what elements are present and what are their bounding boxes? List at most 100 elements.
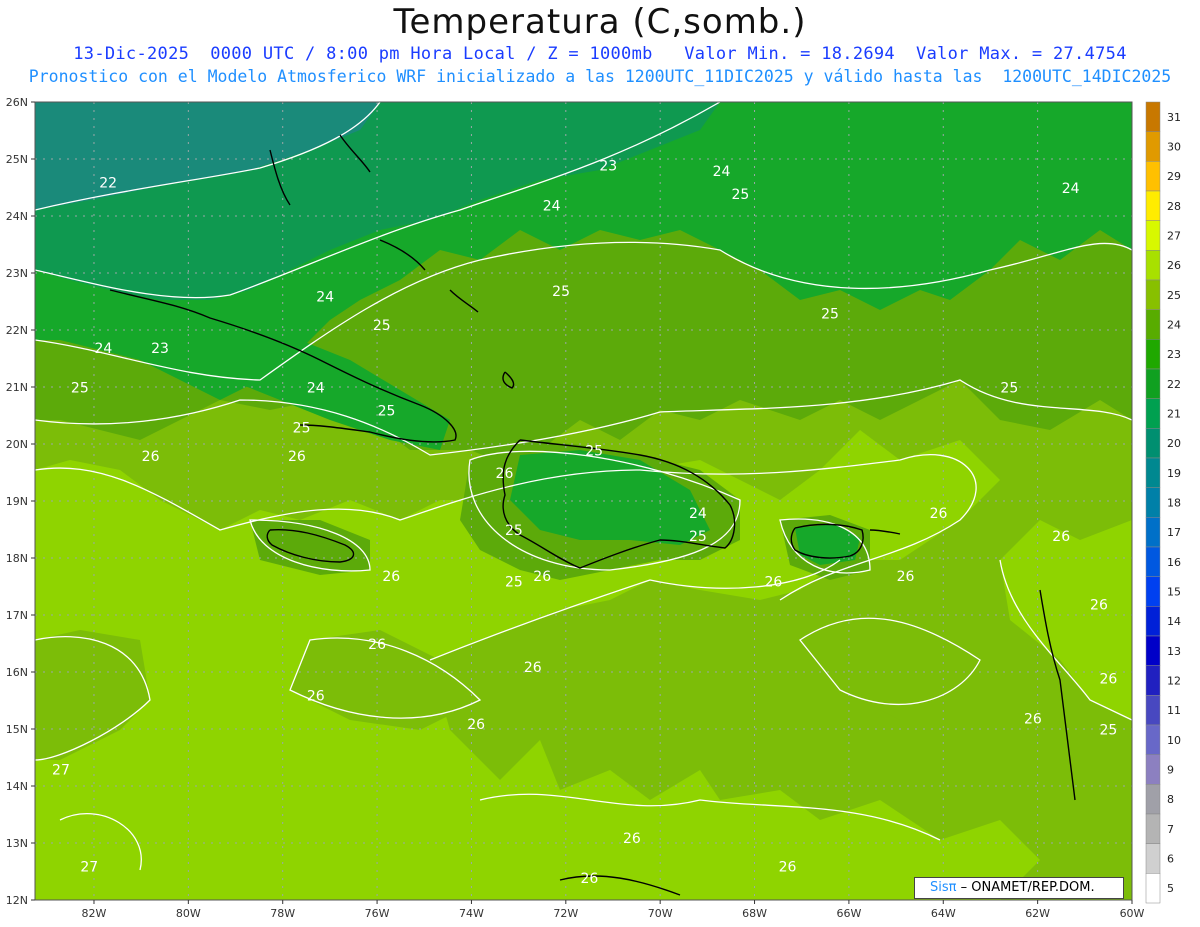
lat-tick-label: 15N: [6, 723, 28, 736]
contour-label: 25: [689, 529, 707, 545]
lon-tick-label: 74W: [459, 907, 484, 920]
lon-tick-label: 66W: [836, 907, 861, 920]
lon-tick-label: 70W: [648, 907, 673, 920]
lat-tick-label: 20N: [6, 438, 28, 451]
contour-label: 25: [293, 421, 311, 437]
credit-brand: Sisπ: [930, 880, 957, 895]
colorbar-swatch: [1145, 309, 1161, 340]
contour-label: 26: [142, 449, 160, 465]
contour-label: 23: [599, 158, 617, 174]
contour-label: 26: [580, 871, 598, 887]
contour-label: 24: [689, 506, 707, 522]
colorbar-label: 5: [1167, 882, 1174, 895]
contour-label: 23: [151, 341, 169, 357]
colorbar-label: 26: [1167, 259, 1181, 272]
contour-label: 26: [1099, 671, 1117, 687]
lat-tick-label: 13N: [6, 837, 28, 850]
colorbar-label: 11: [1167, 704, 1181, 717]
colorbar-label: 30: [1167, 141, 1181, 154]
contour-label: 26: [288, 449, 306, 465]
lat-tick-label: 26N: [6, 96, 28, 109]
colorbar-swatch: [1145, 279, 1161, 310]
colorbar-label: 6: [1167, 853, 1174, 866]
colorbar-swatch: [1145, 428, 1161, 459]
lon-tick-label: 80W: [176, 907, 201, 920]
lat-axis: 26N 25N 24N 23N 22N 21N 20N 19N 18N 17N 16N 15N 14N 1…: [6, 96, 35, 907]
contour-label: 25: [1000, 381, 1018, 397]
contour-label: 25: [71, 381, 89, 397]
contour-label: 26: [496, 466, 514, 482]
lon-tick-label: 60W: [1120, 907, 1145, 920]
lon-axis: 82W 80W 78W 76W 74W 72W 70W 68W 66W 64W 62W 60W: [82, 900, 1145, 920]
colorbar-swatch: [1145, 368, 1161, 399]
contour-label: 26: [1090, 597, 1108, 613]
lon-tick-label: 62W: [1025, 907, 1050, 920]
contour-label: 25: [1099, 723, 1117, 739]
contour-label: 26: [1052, 529, 1070, 545]
contour-label: 26: [524, 660, 542, 676]
colorbar-label: 16: [1167, 556, 1181, 569]
colorbar-swatch: [1145, 457, 1161, 488]
colorbar-swatch: [1145, 665, 1161, 696]
contour-label: 25: [505, 575, 523, 591]
colorbar-label: 9: [1167, 764, 1174, 777]
lon-tick-label: 72W: [553, 907, 578, 920]
colorbar-label: 23: [1167, 348, 1181, 361]
contour-label: 24: [316, 290, 334, 306]
colorbar-label: 17: [1167, 526, 1181, 539]
colorbar-swatch: [1145, 873, 1161, 904]
colorbar-swatch: [1145, 190, 1161, 221]
colorbar: 31 30 29 28 27 26 25 24 23 22 21 20 19 18 17 16 15 14 13 12…: [1145, 101, 1181, 904]
contour-label: 26: [779, 860, 797, 876]
lat-tick-label: 22N: [6, 324, 28, 337]
contour-label: 24: [95, 341, 113, 357]
contour-label: 25: [378, 404, 396, 420]
contour-label: 24: [543, 198, 561, 214]
lat-tick-label: 14N: [6, 780, 28, 793]
contour-label: 27: [80, 860, 98, 876]
contour-label: 26: [1024, 711, 1042, 727]
lon-tick-label: 64W: [931, 907, 956, 920]
colorbar-label: 27: [1167, 230, 1181, 243]
contour-label: 26: [533, 569, 551, 585]
colorbar-swatch: [1145, 576, 1161, 607]
contour-label: 26: [764, 575, 782, 591]
contour-label: 26: [382, 569, 400, 585]
colorbar-swatch: [1145, 517, 1161, 548]
colorbar-label: 25: [1167, 289, 1181, 302]
lat-tick-label: 12N: [6, 894, 28, 907]
contour-label: 26: [930, 506, 948, 522]
lon-tick-label: 78W: [270, 907, 295, 920]
colorbar-swatch: [1145, 724, 1161, 755]
colorbar-swatch: [1145, 606, 1161, 637]
lon-tick-label: 76W: [365, 907, 390, 920]
colorbar-label: 15: [1167, 586, 1181, 599]
credit-text: – ONAMET/REP.DOM.: [960, 880, 1095, 895]
contour-label: 24: [713, 164, 731, 180]
colorbar-label: 28: [1167, 200, 1181, 213]
contour-label: 25: [505, 523, 523, 539]
colorbar-swatch: [1145, 220, 1161, 251]
colorbar-swatch: [1145, 101, 1161, 132]
lon-tick-label: 82W: [82, 907, 107, 920]
temperature-map: 23 22 24 24 25 24 24 25 25 25 24 23 24 25 25 25 25 26 26 25…: [6, 96, 1181, 920]
contour-label: 24: [307, 381, 325, 397]
colorbar-swatch: [1145, 635, 1161, 666]
colorbar-label: 14: [1167, 615, 1181, 628]
lat-tick-label: 25N: [6, 153, 28, 166]
lat-tick-label: 18N: [6, 552, 28, 565]
colorbar-label: 29: [1167, 170, 1181, 183]
credit-box: Sisπ – ONAMET/REP.DOM.: [914, 877, 1124, 899]
colorbar-swatch: [1145, 784, 1161, 815]
colorbar-swatch: [1145, 695, 1161, 726]
colorbar-label: 18: [1167, 497, 1181, 510]
colorbar-label: 7: [1167, 823, 1174, 836]
colorbar-swatch: [1145, 131, 1161, 162]
contour-label: 26: [368, 637, 386, 653]
contour-label: 22: [99, 176, 117, 192]
lat-tick-label: 19N: [6, 495, 28, 508]
contour-label: 26: [623, 831, 641, 847]
colorbar-label: 31: [1167, 111, 1181, 124]
colorbar-swatch: [1145, 843, 1161, 874]
contour-label: 25: [821, 307, 839, 323]
